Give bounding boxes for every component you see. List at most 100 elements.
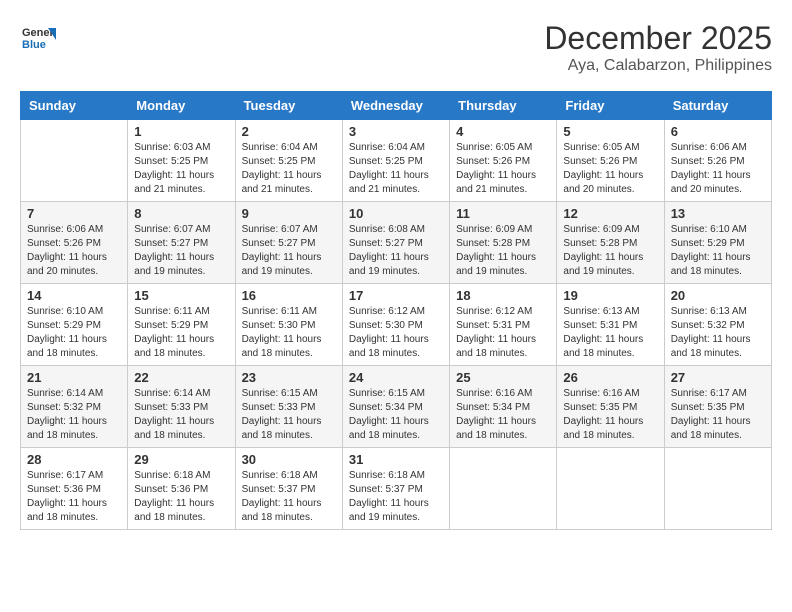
day-cell: 1 Sunrise: 6:03 AM Sunset: 5:25 PM Daylig… <box>128 120 235 202</box>
day-number: 21 <box>27 370 121 385</box>
day-cell: 11Sunrise: 6:09 AM Sunset: 5:28 PM Dayli… <box>450 202 557 284</box>
day-info: Sunrise: 6:12 AM Sunset: 5:31 PM Dayligh… <box>456 305 550 361</box>
day-number: 26 <box>563 370 657 385</box>
day-info: Sunrise: 6:07 AM Sunset: 5:27 PM Dayligh… <box>242 223 336 279</box>
day-info: Sunrise: 6:15 AM Sunset: 5:34 PM Dayligh… <box>349 387 443 443</box>
day-number: 8 <box>134 206 228 221</box>
day-cell: 31Sunrise: 6:18 AM Sunset: 5:37 PM Dayli… <box>342 448 449 530</box>
col-header-sunday: Sunday <box>21 92 128 120</box>
day-number: 29 <box>134 452 228 467</box>
day-cell: 14 Sunrise: 6:10 AM Sunset: 5:29 PM Dayli… <box>21 284 128 366</box>
day-info: Sunrise: 6:11 AM Sunset: 5:29 PM Dayligh… <box>134 305 228 361</box>
col-header-thursday: Thursday <box>450 92 557 120</box>
day-info: Sunrise: 6:14 AM Sunset: 5:32 PM Dayligh… <box>27 387 121 443</box>
day-info: Sunrise: 6:17 AM Sunset: 5:35 PM Dayligh… <box>671 387 765 443</box>
day-info: Sunrise: 6:13 AM Sunset: 5:31 PM Dayligh… <box>563 305 657 361</box>
day-number: 5 <box>563 124 657 139</box>
day-number: 12 <box>563 206 657 221</box>
day-cell: 25 Sunrise: 6:16 AM Sunset: 5:34 PM Dayli… <box>450 366 557 448</box>
day-info: Sunrise: 6:10 AM Sunset: 5:29 PM Dayligh… <box>671 223 765 279</box>
day-number: 25 <box>456 370 550 385</box>
day-cell: 17Sunrise: 6:12 AM Sunset: 5:30 PM Dayli… <box>342 284 449 366</box>
day-cell: 22 Sunrise: 6:14 AM Sunset: 5:33 PM Dayli… <box>128 366 235 448</box>
day-cell: 3Sunrise: 6:04 AM Sunset: 5:25 PM Daylig… <box>342 120 449 202</box>
day-cell: 2 Sunrise: 6:04 AM Sunset: 5:25 PM Daylig… <box>235 120 342 202</box>
day-cell: 6Sunrise: 6:06 AM Sunset: 5:26 PM Daylig… <box>664 120 771 202</box>
day-cell: 8 Sunrise: 6:07 AM Sunset: 5:27 PM Daylig… <box>128 202 235 284</box>
day-info: Sunrise: 6:06 AM Sunset: 5:26 PM Dayligh… <box>27 223 121 279</box>
day-info: Sunrise: 6:07 AM Sunset: 5:27 PM Dayligh… <box>134 223 228 279</box>
day-number: 2 <box>242 124 336 139</box>
day-cell: 13 Sunrise: 6:10 AM Sunset: 5:29 PM Dayli… <box>664 202 771 284</box>
day-info: Sunrise: 6:05 AM Sunset: 5:26 PM Dayligh… <box>563 141 657 197</box>
day-info: Sunrise: 6:17 AM Sunset: 5:36 PM Dayligh… <box>27 469 121 525</box>
day-info: Sunrise: 6:16 AM Sunset: 5:34 PM Dayligh… <box>456 387 550 443</box>
day-info: Sunrise: 6:04 AM Sunset: 5:25 PM Dayligh… <box>242 141 336 197</box>
day-number: 28 <box>27 452 121 467</box>
week-row-3: 14 Sunrise: 6:10 AM Sunset: 5:29 PM Dayli… <box>21 284 772 366</box>
col-header-friday: Friday <box>557 92 664 120</box>
day-number: 9 <box>242 206 336 221</box>
day-cell <box>21 120 128 202</box>
day-number: 17 <box>349 288 443 303</box>
page-header: General Blue December 2025 Aya, Calabarz… <box>20 20 772 75</box>
day-info: Sunrise: 6:04 AM Sunset: 5:25 PM Dayligh… <box>349 141 443 197</box>
day-cell: 19Sunrise: 6:13 AM Sunset: 5:31 PM Dayli… <box>557 284 664 366</box>
day-info: Sunrise: 6:13 AM Sunset: 5:32 PM Dayligh… <box>671 305 765 361</box>
calendar-table: SundayMondayTuesdayWednesdayThursdayFrid… <box>20 91 772 530</box>
location-title: Aya, Calabarzon, Philippines <box>544 57 772 75</box>
day-cell: 4 Sunrise: 6:05 AM Sunset: 5:26 PM Daylig… <box>450 120 557 202</box>
day-info: Sunrise: 6:16 AM Sunset: 5:35 PM Dayligh… <box>563 387 657 443</box>
logo: General Blue <box>20 20 56 56</box>
day-cell: 20 Sunrise: 6:13 AM Sunset: 5:32 PM Dayli… <box>664 284 771 366</box>
day-cell <box>450 448 557 530</box>
day-number: 1 <box>134 124 228 139</box>
day-number: 20 <box>671 288 765 303</box>
day-number: 14 <box>27 288 121 303</box>
col-header-monday: Monday <box>128 92 235 120</box>
day-cell: 5 Sunrise: 6:05 AM Sunset: 5:26 PM Daylig… <box>557 120 664 202</box>
day-number: 15 <box>134 288 228 303</box>
day-cell: 27Sunrise: 6:17 AM Sunset: 5:35 PM Dayli… <box>664 366 771 448</box>
day-cell: 29 Sunrise: 6:18 AM Sunset: 5:36 PM Dayli… <box>128 448 235 530</box>
day-number: 18 <box>456 288 550 303</box>
day-cell <box>664 448 771 530</box>
week-row-1: 1 Sunrise: 6:03 AM Sunset: 5:25 PM Daylig… <box>21 120 772 202</box>
svg-text:Blue: Blue <box>22 39 46 51</box>
day-cell: 21 Sunrise: 6:14 AM Sunset: 5:32 PM Dayli… <box>21 366 128 448</box>
day-info: Sunrise: 6:09 AM Sunset: 5:28 PM Dayligh… <box>563 223 657 279</box>
day-cell: 28 Sunrise: 6:17 AM Sunset: 5:36 PM Dayli… <box>21 448 128 530</box>
day-cell: 15 Sunrise: 6:11 AM Sunset: 5:29 PM Dayli… <box>128 284 235 366</box>
day-cell: 24Sunrise: 6:15 AM Sunset: 5:34 PM Dayli… <box>342 366 449 448</box>
day-info: Sunrise: 6:11 AM Sunset: 5:30 PM Dayligh… <box>242 305 336 361</box>
day-cell: 18 Sunrise: 6:12 AM Sunset: 5:31 PM Dayli… <box>450 284 557 366</box>
day-cell: 30 Sunrise: 6:18 AM Sunset: 5:37 PM Dayli… <box>235 448 342 530</box>
month-title: December 2025 <box>544 20 772 57</box>
day-info: Sunrise: 6:10 AM Sunset: 5:29 PM Dayligh… <box>27 305 121 361</box>
col-header-tuesday: Tuesday <box>235 92 342 120</box>
week-row-5: 28 Sunrise: 6:17 AM Sunset: 5:36 PM Dayli… <box>21 448 772 530</box>
day-number: 31 <box>349 452 443 467</box>
day-number: 22 <box>134 370 228 385</box>
day-cell: 12 Sunrise: 6:09 AM Sunset: 5:28 PM Dayli… <box>557 202 664 284</box>
day-number: 16 <box>242 288 336 303</box>
day-cell <box>557 448 664 530</box>
calendar-header-row: SundayMondayTuesdayWednesdayThursdayFrid… <box>21 92 772 120</box>
day-info: Sunrise: 6:18 AM Sunset: 5:37 PM Dayligh… <box>242 469 336 525</box>
title-area: December 2025 Aya, Calabarzon, Philippin… <box>544 20 772 75</box>
day-info: Sunrise: 6:14 AM Sunset: 5:33 PM Dayligh… <box>134 387 228 443</box>
day-number: 30 <box>242 452 336 467</box>
day-number: 10 <box>349 206 443 221</box>
day-info: Sunrise: 6:03 AM Sunset: 5:25 PM Dayligh… <box>134 141 228 197</box>
day-cell: 7Sunrise: 6:06 AM Sunset: 5:26 PM Daylig… <box>21 202 128 284</box>
day-info: Sunrise: 6:05 AM Sunset: 5:26 PM Dayligh… <box>456 141 550 197</box>
day-number: 4 <box>456 124 550 139</box>
week-row-2: 7Sunrise: 6:06 AM Sunset: 5:26 PM Daylig… <box>21 202 772 284</box>
logo-icon: General Blue <box>20 20 56 56</box>
day-cell: 10Sunrise: 6:08 AM Sunset: 5:27 PM Dayli… <box>342 202 449 284</box>
day-number: 13 <box>671 206 765 221</box>
day-cell: 26 Sunrise: 6:16 AM Sunset: 5:35 PM Dayli… <box>557 366 664 448</box>
day-cell: 9 Sunrise: 6:07 AM Sunset: 5:27 PM Daylig… <box>235 202 342 284</box>
day-info: Sunrise: 6:18 AM Sunset: 5:36 PM Dayligh… <box>134 469 228 525</box>
day-info: Sunrise: 6:15 AM Sunset: 5:33 PM Dayligh… <box>242 387 336 443</box>
